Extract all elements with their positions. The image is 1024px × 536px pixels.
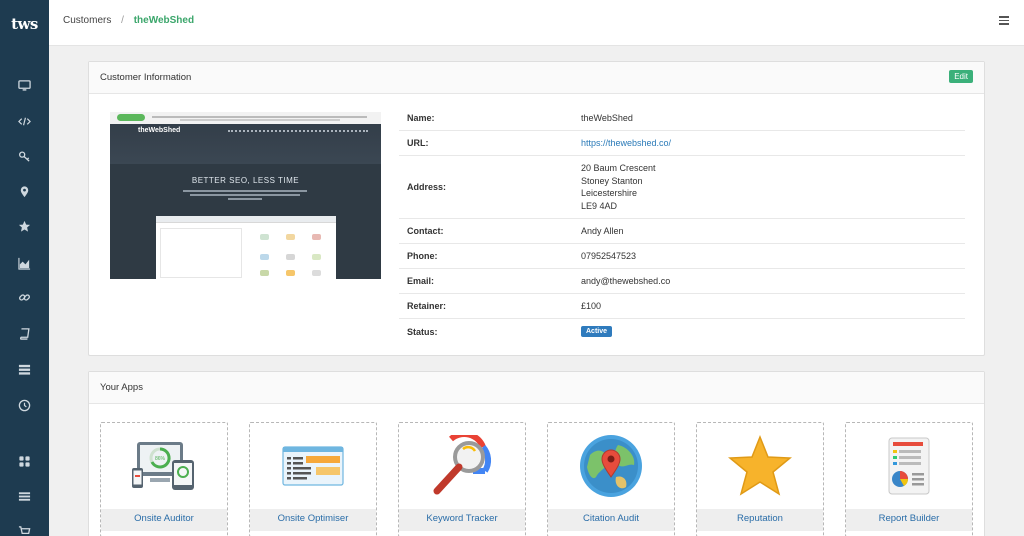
sidebar-item-analytics[interactable]	[0, 251, 49, 275]
detail-row-address: Address: 20 Baum Crescent Stoney Stanton…	[399, 156, 965, 219]
app-card-onsite-auditor[interactable]: 86% Onsite Auditor	[100, 422, 228, 536]
panel-header: Customer Information Edit	[89, 62, 984, 94]
hamburger-menu-icon[interactable]	[999, 16, 1009, 25]
star-icon	[728, 435, 792, 496]
customer-details-table: Name: theWebShed URL: https://thewebshed…	[399, 106, 965, 344]
key-icon	[19, 150, 30, 162]
customer-information-panel: Customer Information Edit theWebShed BET…	[88, 61, 985, 356]
detail-label: Address:	[407, 182, 447, 192]
link-icon	[19, 293, 30, 301]
detail-label: Phone:	[407, 251, 438, 261]
detail-row-retainer: Retainer: £100	[399, 294, 965, 319]
top-bar: Customers / theWebShed	[49, 0, 1024, 46]
detail-row-email: Email: andy@thewebshed.co	[399, 269, 965, 294]
sidebar-item-keys[interactable]	[0, 144, 49, 168]
detail-value: Andy Allen	[581, 225, 624, 236]
breadcrumb-customers-link[interactable]: Customers	[63, 15, 111, 26]
gauge-value: 86%	[155, 456, 166, 462]
sidebar-item-dashboard[interactable]	[0, 73, 49, 97]
app-label[interactable]: Citation Audit	[548, 509, 674, 531]
list-icon	[18, 491, 31, 501]
breadcrumb: Customers / theWebShed	[63, 15, 194, 26]
app-card-reputation[interactable]: Reputation	[696, 422, 824, 536]
server-icon	[18, 364, 31, 375]
breadcrumb-current: theWebShed	[133, 15, 195, 26]
address-line: 20 Baum Crescent	[581, 163, 656, 173]
sidebar-item-guides[interactable]	[0, 321, 49, 345]
sidebar-item-servers[interactable]	[0, 357, 49, 381]
screenshot-headline: BETTER SEO, LESS TIME	[191, 176, 300, 185]
detail-row-contact: Contact: Andy Allen	[399, 219, 965, 244]
detail-label: Status:	[407, 326, 438, 337]
breadcrumb-separator: /	[121, 15, 124, 26]
detail-value: 07952547523	[581, 250, 637, 261]
code-icon	[18, 117, 31, 125]
webpage-layout-icon	[282, 446, 344, 486]
edit-button[interactable]: Edit	[949, 70, 973, 83]
address-line: LE9 4AD	[581, 200, 618, 211]
app-label[interactable]: Onsite Auditor	[101, 509, 227, 531]
app-label[interactable]: Onsite Optimiser	[250, 509, 376, 531]
detail-row-phone: Phone: 07952547523	[399, 244, 965, 269]
app-label[interactable]: Keyword Tracker	[399, 509, 525, 531]
screenshot-brand: theWebShed	[138, 127, 181, 134]
panel-header: Your Apps	[89, 372, 984, 404]
sidebar-item-list[interactable]	[0, 484, 49, 508]
status-cell: Active	[581, 324, 613, 339]
grid-icon	[19, 455, 30, 467]
website-screenshot: theWebShed BETTER SEO, LESS TIME	[110, 112, 381, 279]
sidebar-item-code[interactable]	[0, 109, 49, 133]
app-label[interactable]: Reputation	[697, 509, 823, 531]
book-icon	[20, 327, 30, 340]
sidebar-item-reputation[interactable]	[0, 214, 49, 238]
logo-text: tws	[11, 15, 38, 33]
website-url-link[interactable]: https://thewebshed.co/	[581, 137, 671, 150]
globe-pin-icon	[580, 435, 642, 497]
detail-row-name: Name: theWebShed	[399, 106, 965, 131]
sidebar-item-history[interactable]	[0, 393, 49, 417]
detail-value: theWebShed	[581, 112, 633, 123]
cart-icon	[18, 525, 31, 534]
magnifier-icon	[433, 435, 492, 495]
detail-label: URL:	[407, 138, 429, 148]
sidebar-item-apps[interactable]	[0, 449, 49, 473]
clock-icon	[18, 399, 31, 411]
detail-value: andy@thewebshed.co	[581, 275, 671, 286]
your-apps-panel: Your Apps 86% Onsite Auditor Onsite Opti…	[88, 371, 985, 536]
app-card-citation-audit[interactable]: Citation Audit	[547, 422, 675, 536]
address-line: Stoney Stanton	[581, 175, 643, 186]
address-line: Leicestershire	[581, 188, 638, 198]
app-logo[interactable]: tws	[0, 0, 49, 48]
panel-title: Customer Information	[100, 72, 192, 83]
status-badge: Active	[581, 326, 613, 338]
detail-value: £100	[581, 300, 602, 311]
sidebar-item-links[interactable]	[0, 285, 49, 309]
app-card-onsite-optimiser[interactable]: Onsite Optimiser	[249, 422, 377, 536]
map-pin-icon	[20, 185, 29, 197]
detail-label: Email:	[407, 276, 435, 286]
detail-label: Retainer:	[407, 301, 447, 311]
detail-row-url: URL: https://thewebshed.co/	[399, 131, 965, 156]
app-label[interactable]: Report Builder	[846, 509, 972, 531]
detail-label: Name:	[407, 113, 435, 123]
sidebar-item-store[interactable]	[0, 519, 49, 536]
sidebar-item-locations[interactable]	[0, 179, 49, 203]
detail-label: Contact:	[407, 226, 444, 236]
detail-row-status: Status: Active	[399, 319, 965, 344]
panel-title: Your Apps	[100, 382, 143, 393]
star-icon	[18, 220, 31, 232]
sidebar: tws	[0, 0, 49, 536]
address-value: 20 Baum Crescent Stoney Stanton Leiceste…	[581, 162, 656, 212]
devices-icon: 86%	[132, 442, 194, 490]
monitor-icon	[18, 79, 31, 91]
report-document-icon	[888, 437, 930, 495]
app-card-report-builder[interactable]: Report Builder	[845, 422, 973, 536]
app-card-keyword-tracker[interactable]: Keyword Tracker	[398, 422, 526, 536]
area-chart-icon	[18, 257, 31, 270]
